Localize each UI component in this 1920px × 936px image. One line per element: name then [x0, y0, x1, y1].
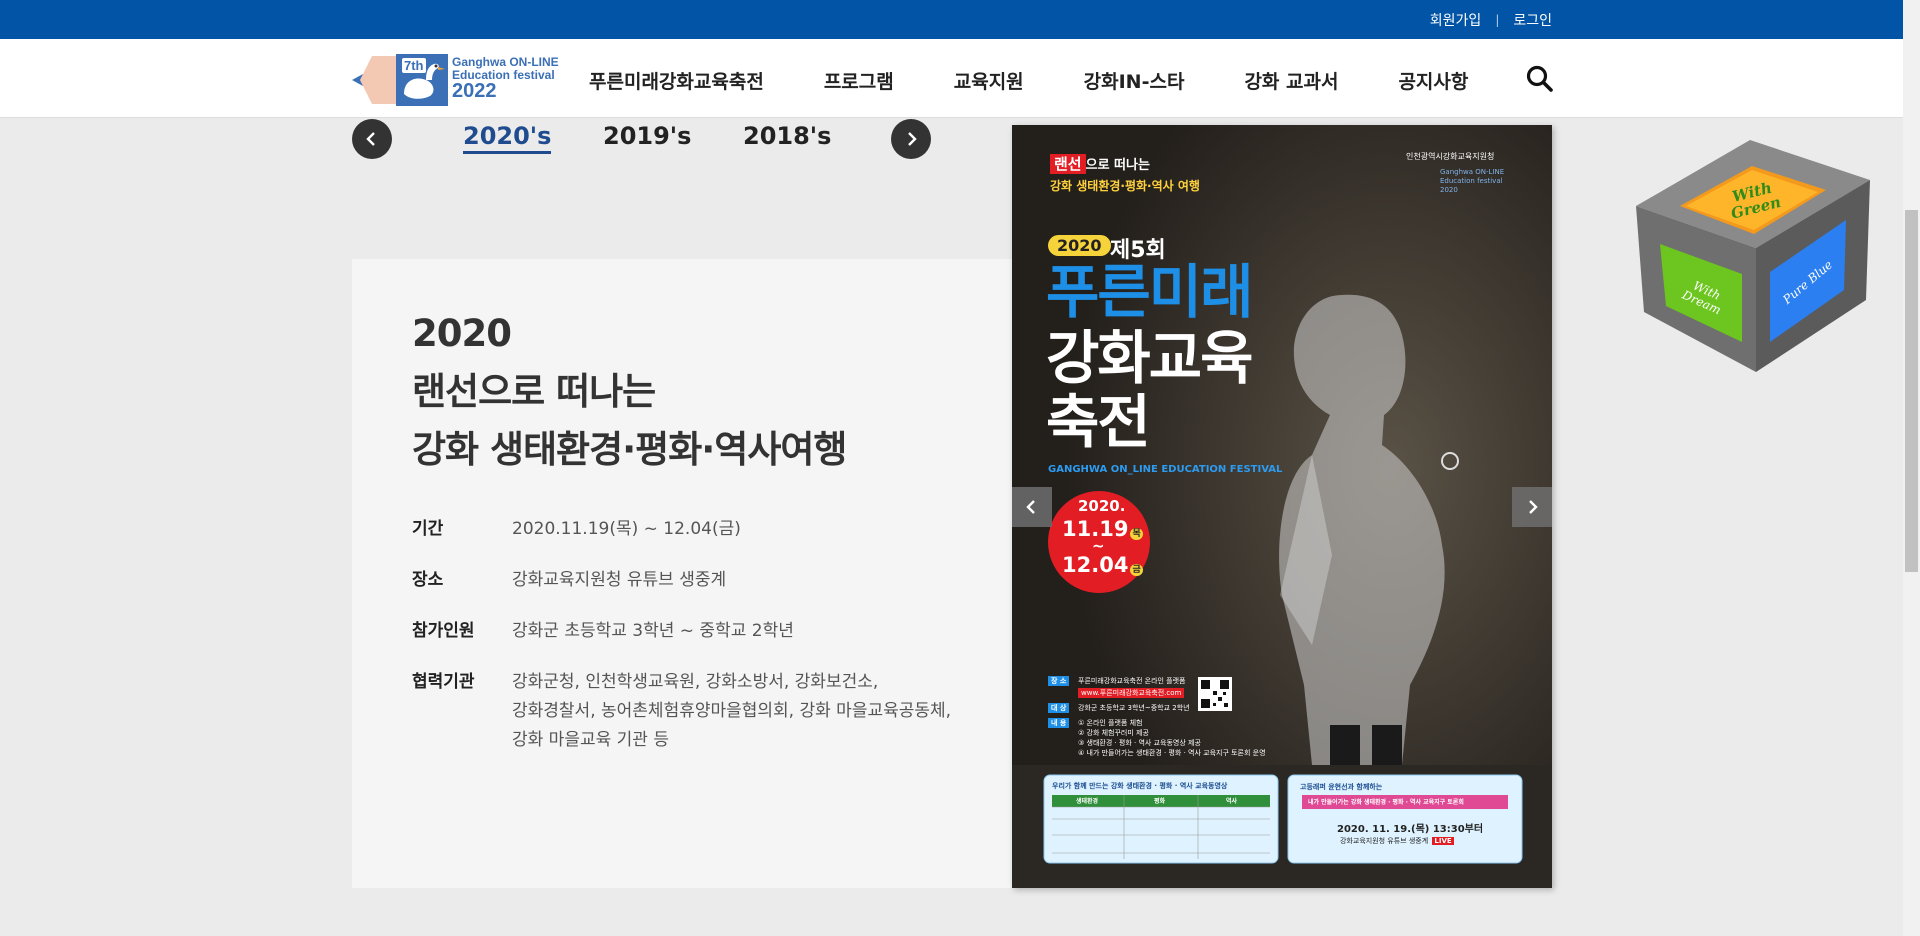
- poster-box2-title: 고등래퍼 윤현선과 함께하는: [1300, 783, 1383, 791]
- detail-value-line: 강화 마을교육 기관 등: [512, 730, 669, 750]
- poster-subtitle: 강화 생태환경·평화·역사 여행: [1050, 179, 1200, 193]
- poster-title-white1: 강화교육: [1046, 324, 1253, 392]
- poster-badge-rest: 으로 떠나는: [1085, 158, 1150, 173]
- logo-line1: Ganghwa ON-LINE: [452, 54, 559, 69]
- poster-box2-date: 2020. 11. 19.(목) 13:30부터: [1337, 824, 1484, 835]
- poster-content-1: ① 온라인 플랫폼 체험: [1078, 719, 1143, 727]
- signup-link[interactable]: 회원가입: [1430, 10, 1482, 30]
- chevron-right-icon: [908, 132, 917, 146]
- poster-content-tag: 내 용: [1048, 718, 1070, 728]
- detail-value-line: 강화군청, 인천학생교육원, 강화소방서, 강화보건소,: [512, 672, 879, 692]
- festival-title-year: 2020: [412, 312, 512, 355]
- poster-org: 인천광역시강화교육지원청: [1406, 152, 1495, 161]
- site-header: 7th Ganghwa ON-LINE Education festival 2…: [0, 39, 1920, 118]
- poster-prev-button[interactable]: [1012, 487, 1052, 527]
- poster-badge: 랜선 으로 떠나는: [1050, 153, 1150, 174]
- year-tab-2019s[interactable]: 2019's: [603, 122, 691, 150]
- logo-mark: 7th: [352, 50, 448, 108]
- poster-place-tag: 장 소: [1048, 676, 1070, 686]
- search-icon[interactable]: [1525, 64, 1555, 94]
- poster-box1-header-eco: 생태환경: [1076, 798, 1099, 805]
- floating-cube-widget[interactable]: With Green With Dream Pure Blue: [1630, 136, 1875, 376]
- festival-poster: 랜선 으로 떠나는 강화 생태환경·평화·역사 여행 인천광역시강화교육지원청 G…: [1012, 125, 1552, 888]
- poster-date-end-day: 금: [1130, 564, 1143, 576]
- detail-label: 기간: [412, 519, 444, 539]
- detail-value: 2020.11.19(목) ~ 12.04(금): [512, 519, 741, 539]
- detail-value: 강화교육지원청 유튜브 생중계: [512, 570, 727, 590]
- detail-row-partners: 협력기관 강화군청, 인천학생교육원, 강화소방서, 강화보건소, 강화경찰서,…: [412, 668, 972, 755]
- detail-row-participants: 참가인원 강화군 초등학교 3학년 ~ 중학교 2학년: [412, 617, 972, 646]
- site-logo[interactable]: 7th Ganghwa ON-LINE Education festival 2…: [352, 50, 567, 108]
- poster-date-end-value: 12.04: [1062, 553, 1129, 577]
- detail-row-period: 기간 2020.11.19(목) ~ 12.04(금): [412, 515, 972, 544]
- festival-details: 기간 2020.11.19(목) ~ 12.04(금) 장소 강화교육지원청 유…: [412, 515, 972, 777]
- poster-date-year: 2020.: [1078, 497, 1126, 515]
- poster-box1-header-peace: 평화: [1154, 798, 1166, 805]
- year-tab-2018s[interactable]: 2018's: [743, 122, 831, 150]
- logo-text: Ganghwa ON-LINE Education festival 2022: [452, 56, 559, 102]
- top-bar: 회원가입 | 로그인: [0, 0, 1920, 39]
- poster-title-white2: 축전: [1046, 388, 1151, 456]
- poster-badge-highlight: 랜선: [1050, 154, 1086, 174]
- year-next-button[interactable]: [891, 119, 931, 159]
- chevron-left-icon: [1026, 500, 1035, 514]
- detail-value: 강화군 초등학교 3학년 ~ 중학교 2학년: [512, 621, 794, 641]
- poster-box2-banner: 내가 만들어가는 강화 생태환경 · 평화 · 역사 교육지구 토론회: [1308, 799, 1464, 806]
- poster-target-text: 강화군 초등학교 3학년~중학교 2학년: [1078, 704, 1190, 712]
- nav-item-textbook[interactable]: 강화 교과서: [1244, 67, 1338, 94]
- poster-box2-place: 강화교육지원청 유튜브 생중계 LIVE: [1340, 836, 1454, 846]
- detail-label: 협력기관: [412, 672, 475, 692]
- link-separator: |: [1495, 13, 1500, 27]
- poster-content-2: ② 강화 체험꾸러미 제공: [1078, 729, 1149, 737]
- festival-title-line3: 강화 생태환경·평화·역사여행: [412, 428, 847, 471]
- login-link[interactable]: 로그인: [1513, 10, 1552, 30]
- festival-info-panel: 2020 랜선으로 떠나는 강화 생태환경·평화·역사여행 기간 2020.11…: [352, 259, 1012, 888]
- poster-target-tag: 대 상: [1048, 703, 1070, 713]
- poster-content-3: ③ 생태환경 · 평화 · 역사 교육동영상 제공: [1078, 739, 1201, 747]
- nav-item-program[interactable]: 프로그램: [824, 67, 894, 94]
- poster-title-blue: 푸른미래: [1046, 258, 1253, 326]
- nav-item-education-support[interactable]: 교육지원: [954, 67, 1024, 94]
- detail-label: 장소: [412, 570, 444, 590]
- detail-label: 참가인원: [412, 621, 475, 641]
- scrollbar-thumb[interactable]: [1905, 210, 1918, 572]
- poster-english: GANGHWA ON_LINE EDUCATION FESTIVAL: [1048, 464, 1283, 475]
- poster-logo-small: Ganghwa ON-LINE Education festival 2020: [1440, 168, 1505, 194]
- poster-box2-place-text: 강화교육지원청 유튜브 생중계: [1340, 837, 1429, 845]
- main-nav: 푸른미래강화교육축전 프로그램 교육지원 강화IN-스타 강화 교과서 공지사항: [589, 67, 1468, 94]
- poster-date-end: 12.04 금: [1062, 553, 1143, 577]
- nav-item-festival[interactable]: 푸른미래강화교육축전: [589, 67, 764, 94]
- poster-next-button[interactable]: [1512, 487, 1552, 527]
- year-tab-2020s[interactable]: 2020's: [463, 122, 552, 154]
- poster-place-url: www.푸른미래강화교육축전.com: [1078, 688, 1185, 698]
- poster-date-start-day: 목: [1130, 528, 1143, 540]
- page-scrollbar[interactable]: [1903, 0, 1920, 936]
- year-prev-button[interactable]: [352, 119, 392, 159]
- logo-year: 2022: [452, 80, 497, 103]
- poster-live-badge: LIVE: [1432, 837, 1454, 845]
- detail-value: 강화군청, 인천학생교육원, 강화소방서, 강화보건소, 강화경찰서, 농어촌체…: [512, 668, 951, 755]
- poster-year-pill: 2020: [1048, 235, 1111, 256]
- poster-box1-title: 우리가 함께 만드는 강화 생태환경 · 평화 · 역사 교육동영상: [1052, 782, 1228, 790]
- nav-item-ganghwa-in-star[interactable]: 강화IN-스타: [1084, 67, 1185, 94]
- account-links: 회원가입 | 로그인: [1430, 10, 1552, 30]
- chevron-right-icon: [1529, 500, 1538, 514]
- logo-edition: 7th: [402, 58, 426, 73]
- festival-title-line2: 랜선으로 떠나는: [412, 370, 656, 413]
- poster-place-text: 푸른미래강화교육축전 온라인 플랫폼: [1078, 677, 1186, 685]
- poster-content-4: ④ 내가 만들어가는 생태환경 · 평화 · 역사 교육지구 토론회 운영: [1078, 749, 1266, 757]
- chevron-left-icon: [366, 132, 375, 146]
- detail-row-place: 장소 강화교육지원청 유튜브 생중계: [412, 566, 972, 595]
- year-selector: 2020's 2019's 2018's: [352, 118, 932, 160]
- detail-value-line: 강화경찰서, 농어촌체험휴양마을협의회, 강화 마을교육공동체,: [512, 701, 952, 721]
- poster-box1-header-history: 역사: [1226, 798, 1238, 805]
- nav-item-notice[interactable]: 공지사항: [1398, 67, 1468, 94]
- festival-title: 2020 랜선으로 떠나는 강화 생태환경·평화·역사여행: [412, 305, 847, 479]
